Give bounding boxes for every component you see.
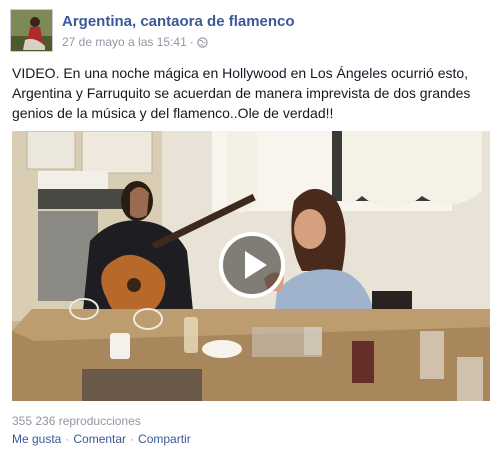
action-separator: · (65, 432, 70, 446)
action-separator: · (130, 432, 135, 446)
video-player[interactable] (12, 131, 490, 401)
page-avatar[interactable] (10, 9, 53, 52)
like-button[interactable]: Me gusta (12, 432, 61, 446)
post-header: Argentina, cantaora de flamenco 27 de ma… (10, 9, 490, 53)
comment-button[interactable]: Comentar (73, 432, 126, 446)
post-timestamp[interactable]: 27 de mayo a las 15:41 (62, 35, 187, 49)
post-actions: Me gusta · Comentar · Compartir (12, 432, 191, 446)
page-name-link[interactable]: Argentina, cantaora de flamenco (62, 13, 295, 30)
play-icon[interactable] (218, 231, 286, 299)
globe-icon[interactable] (197, 37, 208, 51)
share-button[interactable]: Compartir (138, 432, 191, 446)
post-meta: 27 de mayo a las 15:41 · (62, 35, 208, 51)
meta-separator: · (189, 35, 194, 49)
view-count: 355 236 reproducciones (12, 414, 141, 428)
post-text: VIDEO. En una noche mágica en Hollywood … (12, 65, 471, 121)
